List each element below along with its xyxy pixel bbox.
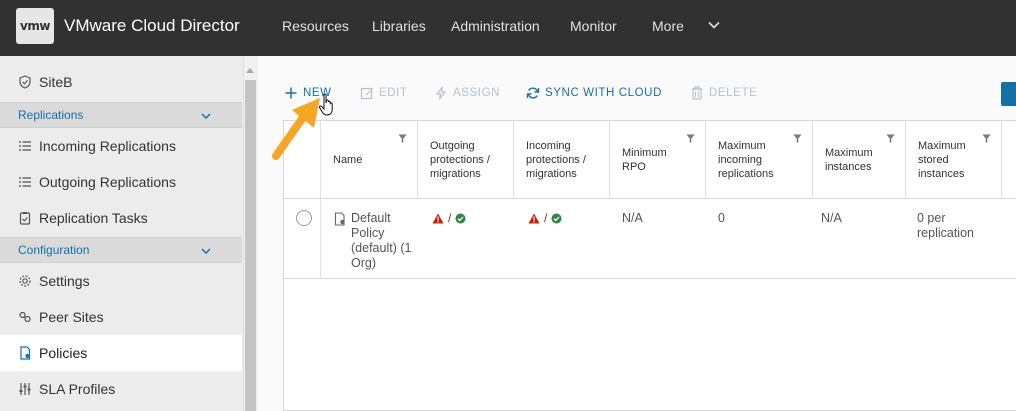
column-header-label: Maximum stored instances — [918, 139, 966, 180]
delete-button-label: DELETE — [709, 87, 758, 99]
nav-monitor[interactable]: Monitor — [570, 18, 617, 34]
sidebar-item-label: Replication Tasks — [39, 210, 148, 226]
clipboard-icon — [18, 211, 32, 225]
sidebar-site[interactable]: SiteB — [0, 64, 242, 100]
list-icon — [18, 139, 32, 153]
cell-min-rpo: N/A — [622, 211, 643, 225]
column-header-outgoing[interactable]: Outgoing protections / migrations — [418, 121, 514, 198]
policy-name[interactable]: Default Policy (default) (1 Org) — [351, 211, 412, 271]
warning-icon — [528, 213, 540, 224]
policies-datagrid: Name Outgoing protections / migrations I… — [283, 120, 1016, 411]
chevron-down-icon[interactable] — [200, 110, 212, 122]
trash-icon — [691, 86, 703, 100]
success-check-icon — [551, 213, 562, 224]
sync-with-cloud-button[interactable]: SYNC WITH CLOUD — [526, 86, 662, 100]
app-title: VMware Cloud Director — [64, 16, 240, 35]
primary-action-button-edge[interactable] — [1001, 82, 1016, 106]
filter-icon[interactable] — [686, 134, 695, 143]
filter-icon[interactable] — [398, 134, 407, 143]
assign-button[interactable]: ASSIGN — [434, 86, 500, 100]
sync-button-label: SYNC WITH CLOUD — [545, 87, 662, 99]
column-header-label: Outgoing protections / migrations — [430, 139, 490, 180]
sidebar-item-label: Incoming Replications — [39, 138, 176, 154]
column-header-max-incoming[interactable]: Maximum incoming replications — [706, 121, 813, 198]
filter-icon[interactable] — [982, 134, 991, 143]
column-header-label: Maximum incoming replications — [718, 139, 774, 180]
vmw-logo[interactable]: vmw — [16, 8, 54, 44]
edit-icon — [360, 87, 373, 100]
sidebar-item-label: Outgoing Replications — [39, 174, 176, 190]
column-header-label: Incoming protections / migrations — [526, 139, 586, 180]
cell-max-instances: N/A — [821, 211, 842, 225]
cell-outgoing-status: / — [432, 211, 466, 226]
column-header-incoming[interactable]: Incoming protections / migrations — [514, 121, 610, 198]
cell-incoming-status: / — [528, 211, 562, 226]
cell-name: Default Policy (default) (1 Org) — [334, 211, 412, 271]
success-check-icon — [455, 213, 466, 224]
column-header-min-rpo[interactable]: Minimum RPO — [610, 121, 706, 198]
policy-document-icon — [18, 346, 32, 360]
sliders-icon — [18, 382, 32, 396]
sidebar-item-peer-sites[interactable]: Peer Sites — [0, 299, 242, 335]
status-separator: / — [448, 211, 452, 225]
peer-sites-icon — [18, 310, 32, 324]
chevron-down-icon[interactable] — [200, 245, 212, 257]
column-header-max-stored[interactable]: Maximum stored instances — [906, 121, 1002, 198]
chevron-down-icon[interactable] — [707, 18, 721, 32]
edit-button[interactable]: EDIT — [360, 86, 408, 100]
column-header-name[interactable]: Name — [321, 121, 418, 198]
column-header-label: Minimum RPO — [622, 146, 667, 173]
status-separator: / — [544, 211, 548, 225]
list-icon — [18, 175, 32, 189]
cell-max-stored: 0 per replication — [917, 211, 974, 240]
group-label: Replications — [18, 108, 84, 122]
shield-icon — [18, 75, 32, 89]
sidebar-site-label: SiteB — [39, 74, 73, 90]
column-header-label: Maximum instances — [825, 146, 873, 173]
delete-button[interactable]: DELETE — [690, 86, 757, 100]
cell-max-incoming: 0 — [718, 211, 725, 225]
gear-icon — [18, 274, 32, 288]
sidebar-item-label: Policies — [39, 345, 88, 361]
sidebar-item-label: Peer Sites — [39, 309, 104, 325]
sidebar-item-label: SLA Profiles — [39, 381, 116, 397]
sidebar-item-policies[interactable]: Policies — [0, 335, 242, 371]
filter-icon[interactable] — [793, 134, 802, 143]
sidebar-item-sla-profiles[interactable]: SLA Profiles — [0, 371, 242, 407]
column-header-label: Name — [333, 153, 363, 166]
assign-button-label: ASSIGN — [453, 87, 501, 99]
sidebar-group-configuration[interactable]: Configuration — [0, 237, 242, 263]
filter-icon[interactable] — [886, 134, 895, 143]
sidebar-item-incoming-replications[interactable]: Incoming Replications — [0, 128, 242, 164]
row-select-radio[interactable] — [296, 210, 312, 226]
scroll-up-arrow-icon[interactable] — [246, 68, 254, 73]
edit-button-label: EDIT — [379, 87, 408, 99]
nav-resources[interactable]: Resources — [282, 18, 349, 34]
nav-more[interactable]: More — [652, 18, 684, 34]
nav-administration[interactable]: Administration — [451, 18, 540, 34]
sidebar-item-settings[interactable]: Settings — [0, 263, 242, 299]
app-window: vmw VMware Cloud Director Resources Libr… — [0, 0, 1016, 411]
sidebar: SiteB Replications Incoming Replications… — [0, 56, 258, 411]
scrollbar-thumb[interactable] — [245, 80, 256, 411]
sidebar-item-replication-tasks[interactable]: Replication Tasks — [0, 200, 242, 236]
hand-pointer-cursor-icon — [318, 93, 333, 116]
policy-document-icon — [334, 212, 345, 226]
sidebar-item-label: Settings — [39, 273, 90, 289]
sidebar-item-outgoing-replications[interactable]: Outgoing Replications — [0, 164, 242, 200]
sync-icon — [526, 87, 540, 99]
nav-libraries[interactable]: Libraries — [372, 18, 426, 34]
table-row[interactable]: Default Policy (default) (1 Org) / / N/A… — [284, 199, 1016, 279]
group-label: Configuration — [18, 243, 90, 257]
top-header: vmw VMware Cloud Director Resources Libr… — [0, 0, 1016, 56]
sidebar-group-replications[interactable]: Replications — [0, 102, 242, 128]
lightning-icon — [435, 86, 447, 100]
column-header-max-instances[interactable]: Maximum instances — [813, 121, 906, 198]
warning-icon — [432, 213, 444, 224]
